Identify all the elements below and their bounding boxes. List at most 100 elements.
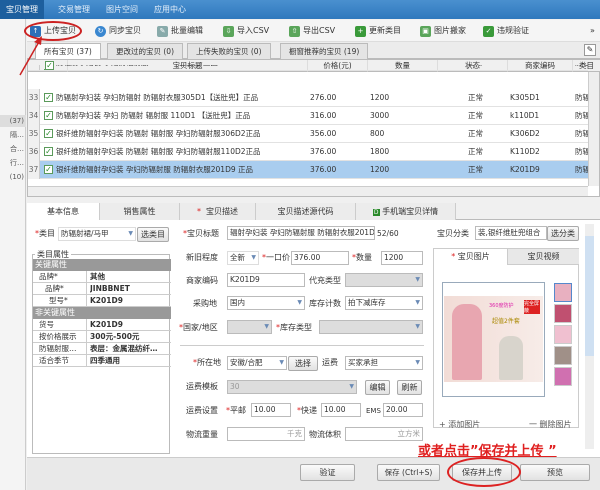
select-location-button[interactable]: 选择: [288, 356, 318, 371]
attr-row[interactable]: 品牌* JINBBNET: [33, 283, 171, 295]
tab-changed-products[interactable]: 更改过的宝贝 (0): [107, 43, 184, 59]
save-button[interactable]: 保存 (Ctrl+S): [377, 464, 440, 481]
condition-label: 新旧程度: [186, 253, 218, 262]
more-button[interactable]: »: [590, 24, 595, 38]
edit-template-button[interactable]: 编辑: [365, 380, 390, 395]
volume-input[interactable]: 立方米: [345, 427, 423, 441]
cell-cat: 防辐射套装: [575, 111, 588, 120]
tab-mobile-detail[interactable]: D 手机端宝贝详情: [356, 203, 456, 220]
edit-columns-icon[interactable]: ✎: [584, 44, 596, 56]
weight-input[interactable]: 千克: [227, 427, 305, 441]
image-move-button[interactable]: ▣ 图片搬家: [420, 24, 466, 38]
export-csv-button[interactable]: ⇧ 导出CSV: [289, 24, 335, 38]
nav-tab-image-space[interactable]: 图片空间: [100, 0, 144, 19]
condition-select[interactable]: 全新 ▼: [227, 251, 259, 265]
product-photo: 360度防护 完全屏蔽 超值2件套: [444, 296, 543, 382]
tab-description-source[interactable]: 宝贝描述源代码: [256, 203, 356, 220]
tab-basic-info[interactable]: 基本信息: [27, 203, 100, 220]
table-row[interactable]: 34 ✓ 防辐射孕妇装 孕妇 防辐射 辐射服 110D1 【送肚兜】正品 316.00…: [28, 107, 588, 125]
tab-recommended-products[interactable]: 橱窗推荐的宝贝 (19): [280, 43, 369, 59]
post-label: *平邮: [226, 406, 246, 415]
list-tabs: 所有宝贝 (37) 更改过的宝贝 (0) 上传失败的宝贝 (0) 橱窗推荐的宝贝…: [27, 42, 600, 59]
ems-fee-input[interactable]: 20.00: [383, 403, 423, 417]
tab-description[interactable]: * 宝贝描述: [180, 203, 256, 220]
toolbar: ↑ 上传宝贝 ↻ 同步宝贝 ✎ 批量编辑 ⇩ 导入CSV ⇧ 导出CSV + 更新类目 ▣ 图…: [27, 20, 600, 42]
tab-product-images[interactable]: * 宝贝图片: [434, 249, 508, 265]
sync-product-button[interactable]: ↻ 同步宝贝: [95, 24, 141, 38]
category-select[interactable]: 防辐射裙/马甲 ▼: [58, 227, 136, 241]
price-input[interactable]: 376.00: [291, 251, 349, 265]
attr-row[interactable]: 型号* K201D9: [33, 295, 171, 307]
stock-type-select[interactable]: ▼: [319, 320, 423, 334]
form-scrollbar[interactable]: [585, 224, 594, 449]
table-row[interactable]: 36 ✓ 银纤维防辐射孕妇装 防辐射 辐射服 孕妇防辐射服110D2正品 376.00…: [28, 143, 588, 161]
agent-type-select[interactable]: ▼: [345, 273, 423, 287]
attr-row[interactable]: 防辐射服… 表层：金属混纺纤…: [33, 343, 171, 355]
image-thumbnail[interactable]: [554, 325, 572, 344]
select-category-button[interactable]: 选类目: [137, 227, 169, 242]
cell-qty: 1200: [370, 165, 390, 174]
batch-edit-button[interactable]: ✎ 批量编辑: [157, 24, 203, 38]
image-thumbnail[interactable]: [554, 283, 572, 302]
violation-check-button[interactable]: ✓ 违规验证: [483, 24, 529, 38]
nav-tab-product-manage[interactable]: 宝贝管理: [0, 0, 44, 19]
code-input[interactable]: K201D9: [227, 273, 305, 287]
sidebar-item[interactable]: 隔…: [0, 129, 26, 141]
row-checkbox[interactable]: ✓: [44, 129, 53, 138]
purchase-select[interactable]: 国内 ▼: [227, 296, 305, 310]
add-image-button[interactable]: + 添加图片: [439, 419, 480, 430]
sidebar-item[interactable]: (10): [0, 171, 26, 183]
attr-value: 其他: [90, 272, 105, 281]
attr-key: 品牌*: [33, 271, 87, 283]
table-row[interactable]: 32✓防辐射孕妇装 孕妇防辐射服 301D1 送肚兜 正品316.00800正常…: [28, 65, 588, 71]
row-checkbox[interactable]: ✓: [44, 93, 53, 102]
country-select[interactable]: ▼: [227, 320, 272, 334]
image-thumbnail[interactable]: [554, 367, 572, 386]
main-product-image[interactable]: 360度防护 完全屏蔽 超值2件套: [442, 282, 545, 397]
attr-row[interactable]: 货号 K201D9: [33, 319, 171, 331]
cell-price: 316.00: [310, 111, 337, 120]
sidebar-item[interactable]: 合…: [0, 143, 26, 155]
tab-product-video[interactable]: 宝贝视频: [508, 249, 579, 265]
horizontal-scrollbar[interactable]: [28, 186, 588, 196]
preview-button[interactable]: 预览: [520, 464, 590, 481]
post-fee-input[interactable]: 10.00: [251, 403, 291, 417]
freight-select[interactable]: 买家承担 ▼: [345, 356, 423, 370]
nav-tab-trade-manage[interactable]: 交易管理: [52, 0, 96, 19]
image-icon: ▣: [420, 25, 431, 37]
attr-key: 按价格展示: [33, 331, 87, 343]
row-checkbox[interactable]: ✓: [44, 147, 53, 156]
row-checkbox[interactable]: ✓: [44, 111, 53, 120]
attr-row[interactable]: 适合季节 四季通用: [33, 355, 171, 367]
vertical-scrollbar[interactable]: [588, 72, 599, 186]
tab-failed-products[interactable]: 上传失败的宝贝 (0): [187, 43, 271, 59]
table-row[interactable]: 37 ✓ 银纤维防辐射孕妇装 孕妇防辐射服 防辐射衣服201D9 正品 376.00 1…: [28, 161, 588, 179]
image-thumbnail[interactable]: [554, 346, 572, 365]
attr-row[interactable]: 品牌* 其他: [33, 271, 171, 283]
template-select[interactable]: 30 ▼: [227, 380, 357, 394]
title-input[interactable]: 辐射孕妇装 孕妇防辐射服 防辐射衣服201D9 正品: [227, 226, 375, 240]
table-row[interactable]: 35 ✓ 银纤维防辐射孕妇装 防辐射 辐射服 孕妇防辐射服306D2正品 356.00…: [28, 125, 588, 143]
scroll-thumb[interactable]: [585, 236, 594, 356]
stock-count-select[interactable]: 拍下减库存 ▼: [345, 296, 423, 310]
class-input[interactable]: 装,银纤维肚兜组合: [475, 226, 547, 240]
label: 违规验证: [497, 26, 529, 35]
attr-row[interactable]: 按价格展示 300元-500元: [33, 331, 171, 343]
update-category-button[interactable]: + 更新类目: [355, 24, 401, 38]
refresh-template-button[interactable]: 刷新: [397, 380, 422, 395]
import-csv-button[interactable]: ⇩ 导入CSV: [223, 24, 269, 38]
sidebar-item[interactable]: (37): [0, 115, 26, 127]
nav-tab-app-center[interactable]: 应用中心: [148, 0, 192, 19]
location-select[interactable]: 安徽/合肥 ▼: [227, 356, 287, 370]
delete-image-button[interactable]: 一 删除图片: [529, 419, 572, 430]
table-row[interactable]: 33 ✓ 防辐射孕妇装 孕妇防辐射 防辐射衣服305D1【送肚兜】正品 276.00 1…: [28, 89, 588, 107]
row-checkbox[interactable]: ✓: [44, 165, 53, 174]
image-thumbnail[interactable]: [554, 304, 572, 323]
tab-sales-attrs[interactable]: 销售属性: [100, 203, 180, 220]
sidebar-item[interactable]: 行…: [0, 157, 26, 169]
cell-status: 正常: [468, 93, 483, 102]
verify-button[interactable]: 验证: [300, 464, 355, 481]
express-fee-input[interactable]: 10.00: [321, 403, 361, 417]
select-class-button[interactable]: 选分类: [547, 226, 579, 241]
qty-input[interactable]: 1200: [381, 251, 423, 265]
